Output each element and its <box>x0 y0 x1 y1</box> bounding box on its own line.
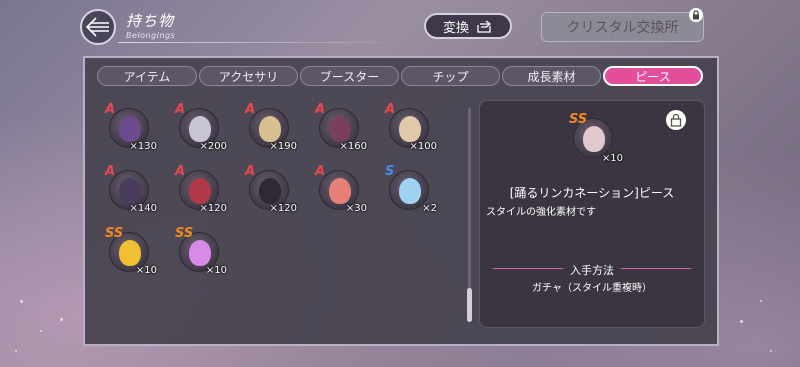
piece-item[interactable]: A ×130 <box>105 102 157 152</box>
rank-badge: A <box>245 164 256 179</box>
tab-accessories[interactable]: アクセサリ <box>199 66 298 86</box>
rank-badge: A <box>315 102 326 117</box>
arrow-left-icon <box>85 17 109 37</box>
item-art <box>119 178 141 204</box>
piece-item[interactable]: SS ×10 <box>175 226 227 276</box>
rank-badge: A <box>315 164 326 179</box>
crystal-exchange-label: クリスタル交換所 <box>566 20 679 36</box>
item-art <box>119 240 141 266</box>
rank-badge: A <box>105 102 116 117</box>
piece-item[interactable]: SS ×10 <box>105 226 157 276</box>
piece-item[interactable]: A ×190 <box>245 102 297 152</box>
piece-item[interactable]: A ×30 <box>315 164 367 214</box>
tab-items[interactable]: アイテム <box>97 66 197 86</box>
item-description: スタイルの強化素材です <box>486 207 596 218</box>
item-quantity: ×100 <box>409 141 437 152</box>
exchange-icon <box>477 20 492 33</box>
rank-badge: A <box>385 102 396 117</box>
tab-label: チップ <box>432 69 469 84</box>
rank-badge: A <box>175 102 186 117</box>
item-art <box>399 116 421 142</box>
piece-item[interactable]: A ×140 <box>105 164 157 214</box>
convert-button[interactable]: 変換 <box>424 13 512 39</box>
tab-chips[interactable]: チップ <box>401 66 500 86</box>
tab-label: アクセサリ <box>218 69 279 84</box>
item-quantity: ×120 <box>269 203 297 214</box>
item-quantity: ×160 <box>339 141 367 152</box>
item-quantity: ×120 <box>199 203 227 214</box>
lock-icon <box>689 8 703 22</box>
background-sparkle <box>40 330 42 332</box>
item-quantity: ×200 <box>199 141 227 152</box>
background-sparkle <box>770 350 772 352</box>
item-quantity: ×10 <box>205 265 227 276</box>
tab-label: 成長素材 <box>527 69 576 84</box>
item-art <box>189 116 211 142</box>
rank-badge: SS <box>175 226 194 241</box>
tab-pieces[interactable]: ピース <box>603 66 703 86</box>
piece-item[interactable]: A ×100 <box>385 102 437 152</box>
rank-badge: S <box>385 164 395 179</box>
lock-toggle-button[interactable] <box>666 110 686 130</box>
item-art <box>329 116 351 142</box>
item-art <box>399 178 421 204</box>
scrollbar-thumb[interactable] <box>467 288 472 322</box>
how-to-get-text: ガチャ（スタイル重複時） <box>532 283 652 294</box>
item-name: [踊るリンカネーション]ピース <box>509 186 675 200</box>
tab-label: アイテム <box>123 69 171 84</box>
tab-label: ピース <box>635 69 671 84</box>
item-quantity: ×10 <box>601 153 623 164</box>
background-sparkle <box>20 300 23 303</box>
item-art <box>259 178 281 204</box>
page-title-text: 持ち物 <box>126 12 175 30</box>
category-tabs: アイテム アクセサリ ブースター チップ 成長素材 ピース <box>97 66 703 86</box>
lock-icon <box>670 113 682 127</box>
piece-item[interactable]: A ×160 <box>315 102 367 152</box>
character-face <box>583 126 605 152</box>
background-sparkle <box>760 300 762 302</box>
rank-badge: A <box>105 164 116 179</box>
back-button[interactable] <box>80 9 116 45</box>
detail-item-icon: SS ×10 <box>569 112 623 164</box>
tab-label: ブースター <box>319 69 380 84</box>
item-art <box>189 178 211 204</box>
item-quantity: ×140 <box>129 203 157 214</box>
item-art <box>329 178 351 204</box>
rank-badge: A <box>175 164 186 179</box>
how-to-get-title: 入手方法 <box>570 264 614 277</box>
piece-item[interactable]: A ×120 <box>245 164 297 214</box>
background-sparkle <box>60 318 63 321</box>
item-quantity: ×10 <box>135 265 157 276</box>
piece-item[interactable]: A ×200 <box>175 102 227 152</box>
page-title: 持ち物 Belongings <box>126 10 175 40</box>
item-art <box>259 116 281 142</box>
crystal-exchange-button[interactable]: クリスタル交換所 <box>541 12 704 42</box>
item-quantity: ×30 <box>345 203 367 214</box>
convert-button-label: 変換 <box>442 20 469 36</box>
piece-item[interactable]: S ×2 <box>385 164 437 214</box>
item-quantity: ×2 <box>422 203 437 214</box>
title-divider <box>118 42 408 43</box>
item-quantity: ×190 <box>269 141 297 152</box>
page-subtitle: Belongings <box>126 31 176 40</box>
item-art <box>119 116 141 142</box>
tab-boosters[interactable]: ブースター <box>300 66 399 86</box>
rank-badge: SS <box>105 226 124 241</box>
rank-badge: SS <box>569 112 588 127</box>
rank-badge: A <box>245 102 256 117</box>
tab-growth-materials[interactable]: 成長素材 <box>502 66 601 86</box>
background-sparkle <box>740 320 743 323</box>
background-sparkle <box>15 350 17 352</box>
item-quantity: ×130 <box>129 141 157 152</box>
item-art <box>189 240 211 266</box>
piece-item[interactable]: A ×120 <box>175 164 227 214</box>
